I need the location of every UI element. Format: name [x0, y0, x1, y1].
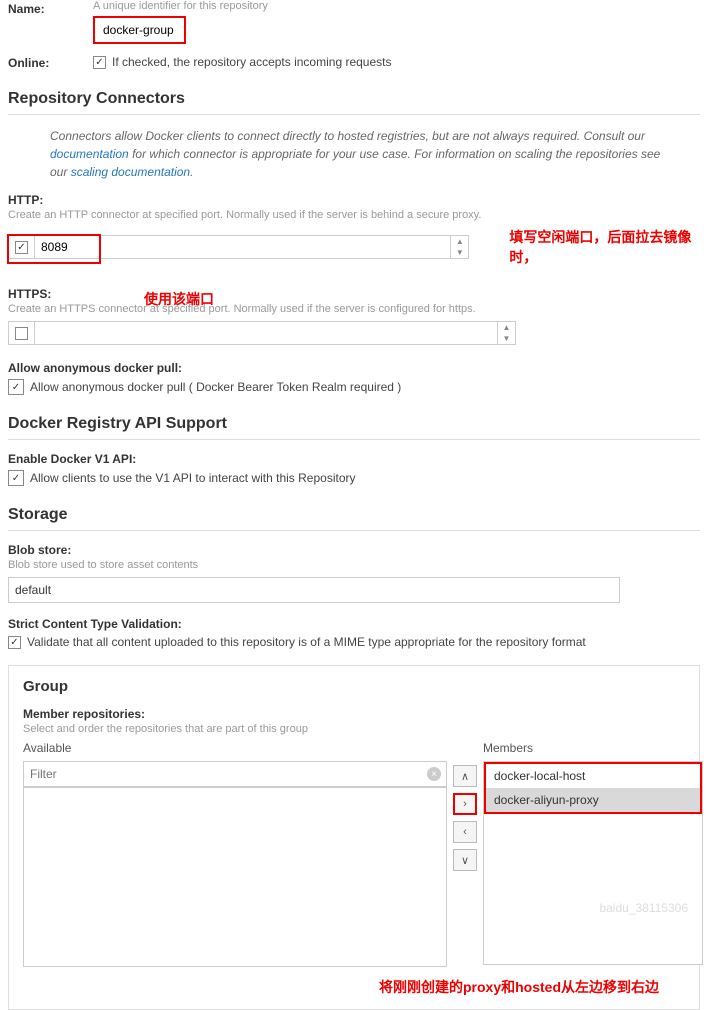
- scaling-doc-link[interactable]: scaling documentation: [71, 165, 190, 179]
- available-listbox[interactable]: [23, 787, 447, 967]
- https-port-input[interactable]: [35, 322, 497, 344]
- connectors-title: Repository Connectors: [8, 90, 700, 115]
- member-repos-label: Member repositories:: [23, 707, 685, 721]
- members-label: Members: [483, 741, 703, 755]
- move-left-button[interactable]: ‹: [453, 821, 477, 843]
- move-right-button[interactable]: ›: [453, 793, 477, 815]
- online-checkbox[interactable]: ✓: [93, 56, 106, 69]
- api-title: Docker Registry API Support: [8, 415, 700, 440]
- http-hint: Create an HTTP connector at specified po…: [8, 209, 700, 221]
- members-listbox[interactable]: docker-local-host docker-aliyun-proxy: [483, 761, 703, 965]
- move-down-button[interactable]: ∨: [453, 849, 477, 871]
- v1-label: Enable Docker V1 API:: [8, 452, 700, 466]
- group-title: Group: [23, 678, 685, 695]
- filter-clear-icon[interactable]: ×: [427, 767, 441, 781]
- filter-input[interactable]: [23, 761, 447, 787]
- blob-hint: Blob store used to store asset contents: [8, 559, 700, 571]
- strict-desc: Validate that all content uploaded to th…: [27, 635, 586, 649]
- http-label: HTTP:: [8, 193, 700, 207]
- anon-desc: Allow anonymous docker pull ( Docker Bea…: [30, 380, 401, 394]
- strict-label: Strict Content Type Validation:: [8, 617, 700, 631]
- http-port-up[interactable]: ▲: [451, 236, 468, 247]
- move-up-button[interactable]: ∧: [453, 765, 477, 787]
- blob-label: Blob store:: [8, 543, 700, 557]
- member-repos-hint: Select and order the repositories that a…: [23, 723, 685, 735]
- https-port-down[interactable]: ▼: [498, 333, 515, 344]
- group-section: Group Member repositories: Select and or…: [8, 665, 700, 1010]
- http-note2: 使用该端口: [144, 289, 214, 309]
- anon-label: Allow anonymous docker pull:: [8, 361, 700, 375]
- connectors-help: Connectors allow Docker clients to conne…: [50, 127, 670, 181]
- https-label: HTTPS:: [8, 287, 516, 301]
- blob-store-select[interactable]: default: [8, 577, 620, 603]
- https-hint: Create an HTTPS connector at specified p…: [8, 303, 700, 315]
- http-checkbox[interactable]: ✓: [15, 241, 28, 254]
- watermark: baidu_38115306: [599, 901, 688, 915]
- https-port-up[interactable]: ▲: [498, 322, 515, 333]
- v1-checkbox[interactable]: ✓: [8, 470, 24, 486]
- online-label: Online:: [8, 54, 93, 70]
- available-label: Available: [23, 741, 447, 755]
- http-note1: 填写空闲端口，后面拉去镜像时，: [509, 227, 700, 267]
- doc-link[interactable]: documentation: [50, 147, 129, 161]
- name-input[interactable]: [97, 20, 182, 40]
- http-port-down[interactable]: ▼: [451, 247, 468, 258]
- group-note: 将刚刚创建的proxy和hosted从左边移到右边: [379, 979, 659, 995]
- member-item[interactable]: docker-aliyun-proxy: [486, 788, 700, 812]
- member-item[interactable]: docker-local-host: [486, 764, 700, 788]
- https-checkbox[interactable]: [15, 327, 28, 340]
- http-port-input[interactable]: [35, 236, 450, 258]
- anon-checkbox[interactable]: ✓: [8, 379, 24, 395]
- strict-checkbox[interactable]: ✓: [8, 636, 21, 649]
- v1-desc: Allow clients to use the V1 API to inter…: [30, 471, 356, 485]
- online-desc: If checked, the repository accepts incom…: [112, 55, 391, 69]
- name-hint: A unique identifier for this repository: [93, 0, 700, 12]
- name-label: Name:: [8, 0, 93, 44]
- storage-title: Storage: [8, 506, 700, 531]
